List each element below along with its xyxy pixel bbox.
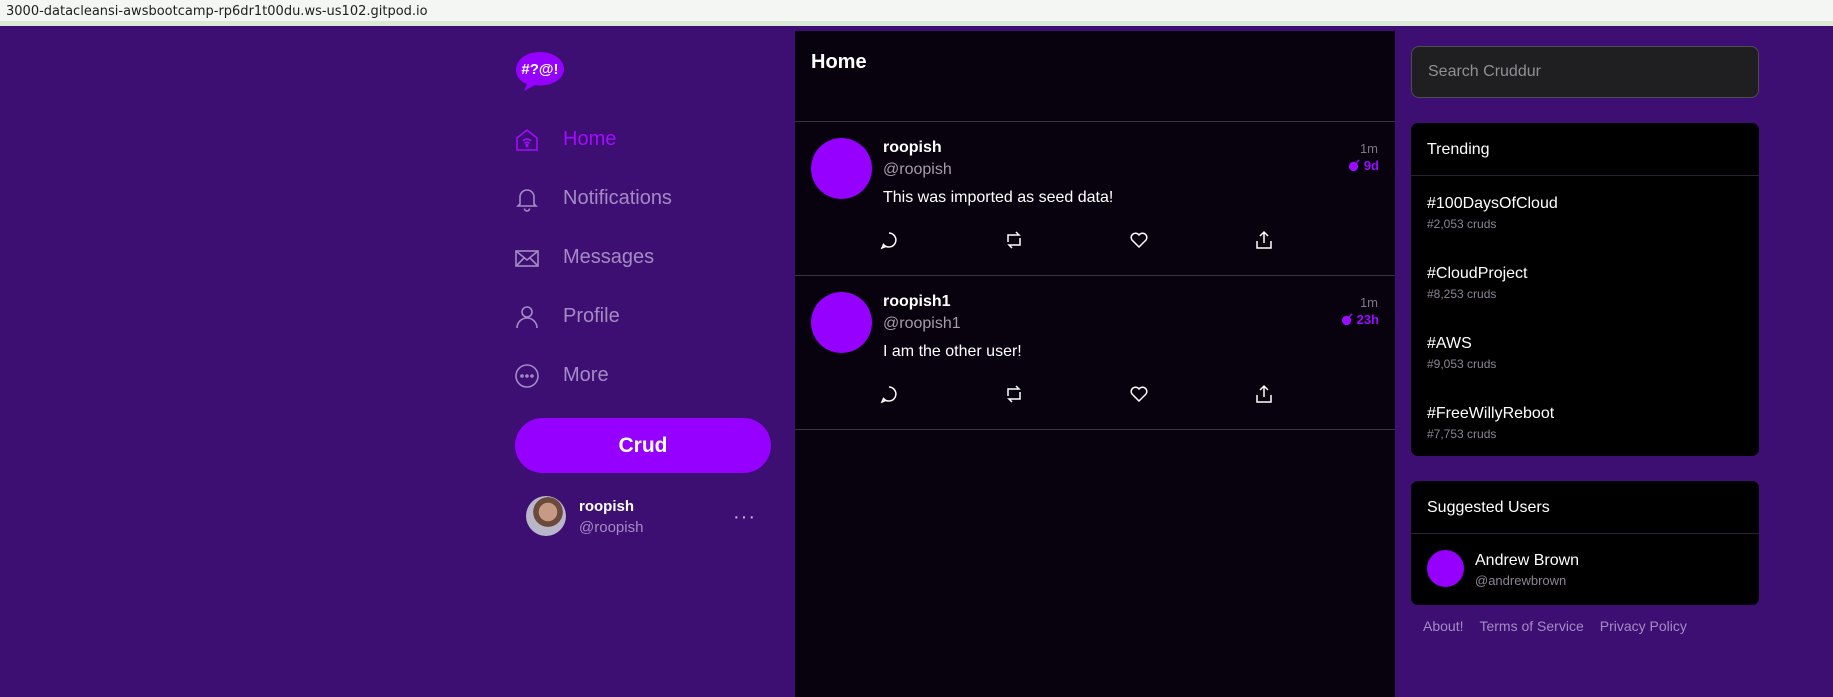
- trending-count: #2,053 cruds: [1427, 217, 1497, 231]
- repost-icon[interactable]: [1004, 230, 1026, 252]
- nav-item-messages[interactable]: Messages: [513, 228, 773, 287]
- post-message: This was imported as seed data!: [883, 189, 1114, 206]
- current-user-handle: @roopish: [579, 519, 644, 536]
- post-expires-label: 23h: [1356, 312, 1379, 327]
- post-avatar[interactable]: [811, 292, 872, 353]
- nav-item-more[interactable]: More: [513, 346, 773, 405]
- post-expires: 9d: [1348, 158, 1379, 173]
- main-navigation: Home Notifications Messages Profile More: [513, 110, 773, 405]
- logo-text: #?@!: [521, 61, 558, 78]
- trending-item[interactable]: #FreeWillyReboot #7,753 cruds: [1411, 386, 1759, 456]
- trending-tag[interactable]: #AWS: [1427, 335, 1472, 353]
- terms-link[interactable]: Terms of Service: [1479, 618, 1583, 634]
- more-circle-icon: [513, 362, 541, 390]
- share-icon[interactable]: [1254, 384, 1276, 406]
- post-handle[interactable]: @roopish1: [883, 315, 961, 333]
- current-user-name: roopish: [579, 498, 634, 515]
- reply-icon[interactable]: [879, 384, 901, 406]
- reply-icon[interactable]: [879, 230, 901, 252]
- post-handle[interactable]: @roopish: [883, 161, 952, 179]
- trending-tag[interactable]: #FreeWillyReboot: [1427, 405, 1554, 423]
- post-display-name[interactable]: roopish1: [883, 293, 951, 311]
- page-title: Home: [811, 51, 867, 73]
- suggested-users-title: Suggested Users: [1411, 481, 1759, 534]
- trending-count: #8,253 cruds: [1427, 287, 1497, 301]
- post-avatar[interactable]: [811, 138, 872, 199]
- trending-count: #9,053 cruds: [1427, 357, 1497, 371]
- nav-item-profile[interactable]: Profile: [513, 287, 773, 346]
- trending-count: #7,753 cruds: [1427, 427, 1497, 441]
- nav-label-messages: Messages: [563, 246, 655, 268]
- nav-label-more: More: [563, 364, 609, 386]
- trending-tag[interactable]: #100DaysOfCloud: [1427, 195, 1558, 213]
- bell-icon: [513, 185, 541, 213]
- trending-title: Trending: [1411, 123, 1759, 176]
- like-icon[interactable]: [1129, 230, 1151, 252]
- home-icon: [513, 126, 541, 154]
- crud-button[interactable]: Crud: [515, 418, 771, 473]
- suggested-user[interactable]: Andrew Brown @andrewbrown: [1411, 534, 1759, 602]
- post-actions: [879, 384, 1279, 406]
- about-link[interactable]: About!: [1423, 618, 1463, 634]
- feed-header: Home: [795, 31, 1395, 122]
- trending-panel: Trending #100DaysOfCloud #2,053 cruds #C…: [1411, 123, 1759, 456]
- post-created-time: 1m: [1359, 141, 1378, 156]
- search-input[interactable]: [1411, 46, 1759, 98]
- person-icon: [513, 303, 541, 331]
- url-text[interactable]: 3000-datacleansi-awsbootcamp-rp6dr1t00du…: [6, 4, 428, 19]
- like-icon[interactable]: [1129, 384, 1151, 406]
- mail-icon: [513, 244, 541, 272]
- avatar[interactable]: [1427, 550, 1464, 587]
- share-icon[interactable]: [1254, 230, 1276, 252]
- home-feed: Home roopish @roopish This was imported …: [795, 31, 1395, 697]
- cruddur-logo[interactable]: #?@!: [515, 50, 565, 92]
- suggested-users-panel: Suggested Users Andrew Brown @andrewbrow…: [1411, 481, 1759, 605]
- trending-tag[interactable]: #CloudProject: [1427, 265, 1528, 283]
- footer-links: About! Terms of Service Privacy Policy: [1423, 618, 1687, 634]
- current-user-card[interactable]: roopish @roopish ···: [526, 496, 766, 540]
- bomb-icon: [1341, 313, 1353, 326]
- activity-item[interactable]: roopish @roopish This was imported as se…: [795, 122, 1395, 276]
- nav-label-home: Home: [563, 128, 617, 150]
- nav-item-home[interactable]: Home: [513, 110, 773, 169]
- post-actions: [879, 230, 1279, 252]
- nav-label-notifications: Notifications: [563, 187, 672, 209]
- post-display-name[interactable]: roopish: [883, 139, 942, 157]
- suggested-user-handle[interactable]: @andrewbrown: [1475, 573, 1566, 588]
- post-expires-label: 9d: [1363, 158, 1379, 173]
- post-message: I am the other user!: [883, 343, 1022, 360]
- trending-item[interactable]: #100DaysOfCloud #2,053 cruds: [1411, 176, 1759, 246]
- trending-item[interactable]: #AWS #9,053 cruds: [1411, 316, 1759, 386]
- post-created-time: 1m: [1359, 295, 1378, 310]
- more-dots-icon[interactable]: ···: [733, 506, 756, 529]
- browser-url-bar[interactable]: 3000-datacleansi-awsbootcamp-rp6dr1t00du…: [0, 0, 1833, 26]
- privacy-link[interactable]: Privacy Policy: [1600, 618, 1687, 634]
- suggested-user-name[interactable]: Andrew Brown: [1475, 552, 1579, 570]
- activity-item[interactable]: roopish1 @roopish1 I am the other user! …: [795, 276, 1395, 430]
- bomb-icon: [1348, 159, 1360, 172]
- trending-item[interactable]: #CloudProject #8,253 cruds: [1411, 246, 1759, 316]
- avatar: [526, 496, 566, 536]
- repost-icon[interactable]: [1004, 384, 1026, 406]
- nav-label-profile: Profile: [563, 305, 620, 327]
- post-expires: 23h: [1341, 312, 1379, 327]
- nav-item-notifications[interactable]: Notifications: [513, 169, 773, 228]
